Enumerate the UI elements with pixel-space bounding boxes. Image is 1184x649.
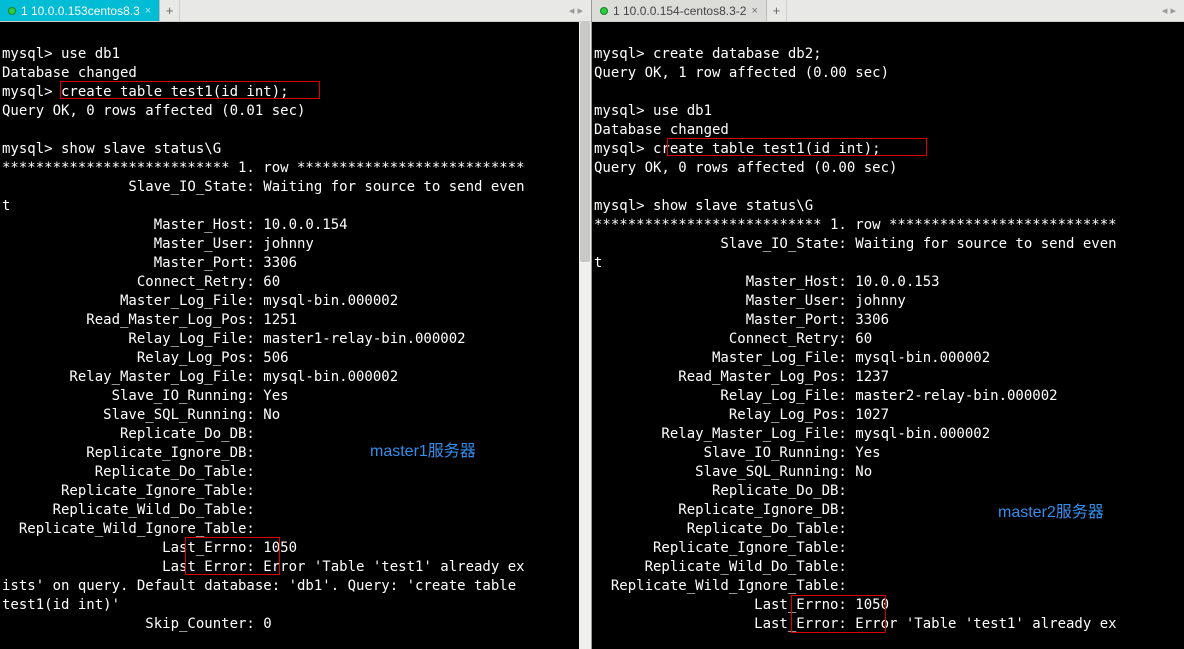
- terminal-line: [594, 83, 1182, 102]
- terminal-line: Slave_IO_State: Waiting for source to se…: [2, 178, 589, 197]
- terminal-line: Relay_Log_Pos: 506: [2, 349, 589, 368]
- status-dot-icon: [600, 7, 608, 15]
- terminal-line: Replicate_Do_Table:: [2, 463, 589, 482]
- terminal-line: t: [594, 254, 1182, 273]
- terminal-line: Last_Error: Error 'Table 'test1' already…: [594, 615, 1182, 634]
- terminal-line: Master_Log_File: mysql-bin.000002: [2, 292, 589, 311]
- terminal-line: Database changed: [594, 121, 1182, 140]
- terminal-line: [2, 121, 589, 140]
- scrollbar-left[interactable]: [579, 22, 591, 649]
- terminal-line: Relay_Log_File: master2-relay-bin.000002: [594, 387, 1182, 406]
- terminal-line: mysql> use db1: [594, 102, 1182, 121]
- terminal-line: Read_Master_Log_Pos: 1237: [594, 368, 1182, 387]
- terminal-line: Slave_IO_State: Waiting for source to se…: [594, 235, 1182, 254]
- terminal-line: Relay_Master_Log_File: mysql-bin.000002: [2, 368, 589, 387]
- tab-right[interactable]: 1 10.0.0.154-centos8.3-2 ×: [592, 0, 767, 21]
- terminal-line: *************************** 1. row *****…: [2, 159, 589, 178]
- terminal-line: [594, 178, 1182, 197]
- terminal-line: *************************** 1. row *****…: [594, 216, 1182, 235]
- terminal-line: Master_Port: 3306: [2, 254, 589, 273]
- terminal-line: Query OK, 0 rows affected (0.00 sec): [594, 159, 1182, 178]
- tab-label: 1 10.0.0.153centos8.3: [21, 4, 140, 18]
- terminal-line: Read_Master_Log_Pos: 1251: [2, 311, 589, 330]
- terminal-line: [594, 26, 1182, 45]
- terminal-line: Replicate_Wild_Ignore_Table:: [594, 577, 1182, 596]
- new-tab-button[interactable]: +: [767, 0, 787, 21]
- tab-nav-arrows[interactable]: ◂ ▸: [561, 0, 591, 21]
- terminal-line: Slave_SQL_Running: No: [2, 406, 589, 425]
- terminal-line: test1(id int)': [2, 596, 589, 615]
- terminal-line: Database changed: [2, 64, 589, 83]
- terminal-line: Relay_Log_File: master1-relay-bin.000002: [2, 330, 589, 349]
- tab-nav-arrows[interactable]: ◂ ▸: [1154, 0, 1184, 21]
- terminal-line: Last_Errno: 1050: [594, 596, 1182, 615]
- terminal-left[interactable]: mysql> use db1Database changedmysql> cre…: [0, 22, 591, 649]
- terminal-line: Replicate_Wild_Do_Table:: [594, 558, 1182, 577]
- terminal-line: Replicate_Do_DB:: [594, 482, 1182, 501]
- close-icon[interactable]: ×: [145, 5, 151, 17]
- tab-bar-left: 1 10.0.0.153centos8.3 × + ◂ ▸: [0, 0, 591, 22]
- tab-label: 1 10.0.0.154-centos8.3-2: [613, 4, 746, 18]
- terminal-line: mysql> create database db2;: [594, 45, 1182, 64]
- terminal-line: Master_Host: 10.0.0.154: [2, 216, 589, 235]
- close-icon[interactable]: ×: [751, 5, 757, 17]
- terminal-line: Replicate_Ignore_DB:: [594, 501, 1182, 520]
- left-pane: 1 10.0.0.153centos8.3 × + ◂ ▸ mysql> use…: [0, 0, 592, 649]
- terminal-line: Master_Host: 10.0.0.153: [594, 273, 1182, 292]
- right-pane: 1 10.0.0.154-centos8.3-2 × + ◂ ▸ mysql> …: [592, 0, 1184, 649]
- terminal-line: mysql> show slave status\G: [594, 197, 1182, 216]
- terminal-line: [2, 26, 589, 45]
- status-dot-icon: [8, 7, 16, 15]
- terminal-line: mysql> show slave status\G: [2, 140, 589, 159]
- terminal-line: Replicate_Do_Table:: [594, 520, 1182, 539]
- terminal-line: Master_User: johnny: [594, 292, 1182, 311]
- terminal-line: t: [2, 197, 589, 216]
- new-tab-button[interactable]: +: [160, 0, 180, 21]
- terminal-line: Replicate_Wild_Do_Table:: [2, 501, 589, 520]
- tab-left[interactable]: 1 10.0.0.153centos8.3 ×: [0, 0, 160, 21]
- terminal-line: Replicate_Ignore_Table:: [594, 539, 1182, 558]
- terminal-line: Slave_IO_Running: Yes: [2, 387, 589, 406]
- terminal-line: Last_Error: Error 'Table 'test1' already…: [2, 558, 589, 577]
- terminal-line: ists' on query. Default database: 'db1'.…: [2, 577, 589, 596]
- terminal-line: mysql> create table test1(id int);: [2, 83, 589, 102]
- terminal-line: Query OK, 0 rows affected (0.01 sec): [2, 102, 589, 121]
- terminal-line: Connect_Retry: 60: [2, 273, 589, 292]
- terminal-line: Replicate_Ignore_DB:: [2, 444, 589, 463]
- terminal-line: Connect_Retry: 60: [594, 330, 1182, 349]
- terminal-line: Slave_IO_Running: Yes: [594, 444, 1182, 463]
- terminal-line: Replicate_Wild_Ignore_Table:: [2, 520, 589, 539]
- terminal-line: mysql> use db1: [2, 45, 589, 64]
- terminal-line: mysql> create table test1(id int);: [594, 140, 1182, 159]
- tab-bar-right: 1 10.0.0.154-centos8.3-2 × + ◂ ▸: [592, 0, 1184, 22]
- terminal-line: Slave_SQL_Running: No: [594, 463, 1182, 482]
- terminal-line: Skip_Counter: 0: [2, 615, 589, 634]
- terminal-line: Query OK, 1 row affected (0.00 sec): [594, 64, 1182, 83]
- scrollbar-thumb[interactable]: [580, 22, 590, 262]
- terminal-line: Last_Errno: 1050: [2, 539, 589, 558]
- terminal-line: Relay_Master_Log_File: mysql-bin.000002: [594, 425, 1182, 444]
- terminal-right[interactable]: mysql> create database db2;Query OK, 1 r…: [592, 22, 1184, 649]
- terminal-line: Master_User: johnny: [2, 235, 589, 254]
- terminal-line: Replicate_Do_DB:: [2, 425, 589, 444]
- terminal-line: Relay_Log_Pos: 1027: [594, 406, 1182, 425]
- terminal-line: Master_Port: 3306: [594, 311, 1182, 330]
- terminal-line: Replicate_Ignore_Table:: [2, 482, 589, 501]
- terminal-line: Master_Log_File: mysql-bin.000002: [594, 349, 1182, 368]
